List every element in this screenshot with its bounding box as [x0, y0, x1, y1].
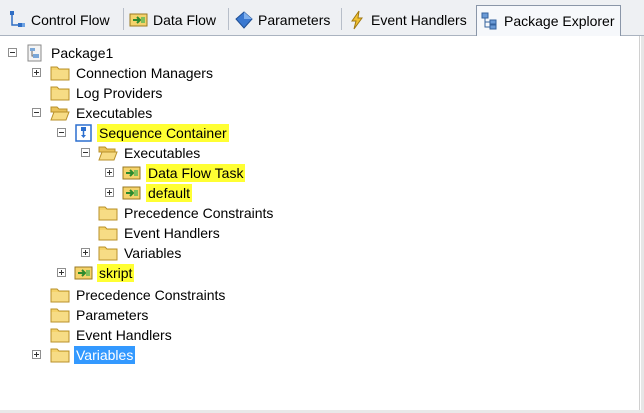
tree-node-label: Log Providers — [76, 85, 163, 101]
tree-node-label: Event Handlers — [124, 225, 220, 241]
folder-open-icon — [98, 144, 118, 162]
package-explorer-tree: Package1 Connection Managers Log Provide… — [0, 36, 640, 413]
tree-node-default[interactable]: default — [0, 183, 300, 203]
tab-divider — [228, 8, 229, 30]
sequence-container-icon — [74, 124, 94, 142]
parameters-icon — [235, 11, 253, 29]
tab-control-flow-label: Control Flow — [31, 12, 110, 28]
tree-node-label: Sequence Container — [97, 124, 229, 142]
tree-node-sequence-executables[interactable]: Executables — [0, 143, 300, 163]
tree-node-parameters[interactable]: Parameters — [0, 305, 300, 325]
tree-node-variables[interactable]: Variables — [0, 345, 300, 365]
tree-node-label: Precedence Constraints — [76, 287, 226, 303]
tree-node-label: Variables — [124, 245, 182, 261]
folder-icon — [50, 346, 70, 364]
tree-node-label: Parameters — [76, 307, 149, 323]
tab-divider — [123, 8, 124, 30]
tree-node-connection-managers[interactable]: Connection Managers — [0, 63, 300, 83]
expand-toggle[interactable] — [81, 248, 90, 257]
tree-node-data-flow-task[interactable]: Data Flow Task — [0, 163, 300, 183]
tree-node-precedence-constraints[interactable]: Precedence Constraints — [0, 285, 300, 305]
collapse-toggle[interactable] — [8, 48, 17, 57]
tree-node-log-providers[interactable]: Log Providers — [0, 83, 300, 103]
folder-icon — [50, 64, 70, 82]
tree-node-sequence-event-handlers[interactable]: Event Handlers — [0, 223, 300, 243]
tab-divider — [341, 8, 342, 30]
folder-icon — [50, 84, 70, 102]
tab-package-explorer[interactable]: Package Explorer — [476, 5, 621, 36]
designer-tab-bar: Control Flow Data Flow Parameters Event … — [0, 0, 644, 36]
data-flow-icon — [129, 10, 149, 30]
tree-node-executables[interactable]: Executables — [0, 103, 300, 123]
expand-toggle[interactable] — [105, 188, 114, 197]
tab-event-handlers-label: Event Handlers — [371, 12, 467, 28]
collapse-toggle[interactable] — [32, 108, 41, 117]
tree-node-label: Connection Managers — [76, 65, 213, 81]
package-explorer-icon — [481, 12, 497, 30]
tree-node-label: Executables — [124, 145, 201, 161]
tab-package-explorer-label: Package Explorer — [504, 13, 615, 29]
tab-data-flow-label: Data Flow — [153, 12, 217, 28]
tree-node-sequence-variables[interactable]: Variables — [0, 243, 300, 263]
tab-data-flow[interactable]: Data Flow — [126, 5, 226, 35]
tree-node-label: skript — [97, 264, 135, 282]
data-flow-task-icon — [122, 164, 142, 182]
tree-node-label: Executables — [76, 105, 153, 121]
folder-icon — [98, 224, 118, 242]
package-icon — [25, 44, 45, 62]
expand-toggle[interactable] — [32, 350, 41, 359]
tree-node-package[interactable]: Package1 — [0, 43, 300, 63]
folder-icon — [50, 286, 70, 304]
tab-parameters-label: Parameters — [258, 12, 331, 28]
tab-event-handlers[interactable]: Event Handlers — [344, 5, 474, 35]
expand-toggle[interactable] — [57, 268, 66, 277]
tree-node-label: Event Handlers — [76, 327, 172, 343]
tree-node-sequence-precedence-constraints[interactable]: Precedence Constraints — [0, 203, 300, 223]
control-flow-icon — [10, 11, 25, 27]
data-flow-task-icon — [74, 264, 94, 282]
tree-node-label: default — [146, 184, 193, 202]
folder-open-icon — [50, 104, 70, 122]
collapse-toggle[interactable] — [57, 128, 66, 137]
folder-icon — [50, 326, 70, 344]
folder-icon — [50, 306, 70, 324]
tree-node-skript[interactable]: skript — [0, 263, 300, 283]
tree-node-label: Precedence Constraints — [124, 205, 274, 221]
expand-toggle[interactable] — [105, 168, 114, 177]
tab-control-flow[interactable]: Control Flow — [4, 5, 122, 35]
tree-node-label: Package1 — [51, 45, 114, 61]
folder-icon — [98, 204, 118, 222]
collapse-toggle[interactable] — [81, 148, 90, 157]
expand-toggle[interactable] — [32, 68, 41, 77]
folder-icon — [98, 244, 118, 262]
event-handlers-icon — [351, 10, 363, 30]
tree-node-sequence-container[interactable]: Sequence Container — [0, 123, 300, 143]
tab-parameters[interactable]: Parameters — [231, 5, 339, 35]
tree-node-label: Variables — [74, 346, 136, 364]
data-flow-task-icon — [122, 184, 142, 202]
tree-node-label: Data Flow Task — [146, 164, 246, 182]
tree-node-event-handlers[interactable]: Event Handlers — [0, 325, 300, 345]
